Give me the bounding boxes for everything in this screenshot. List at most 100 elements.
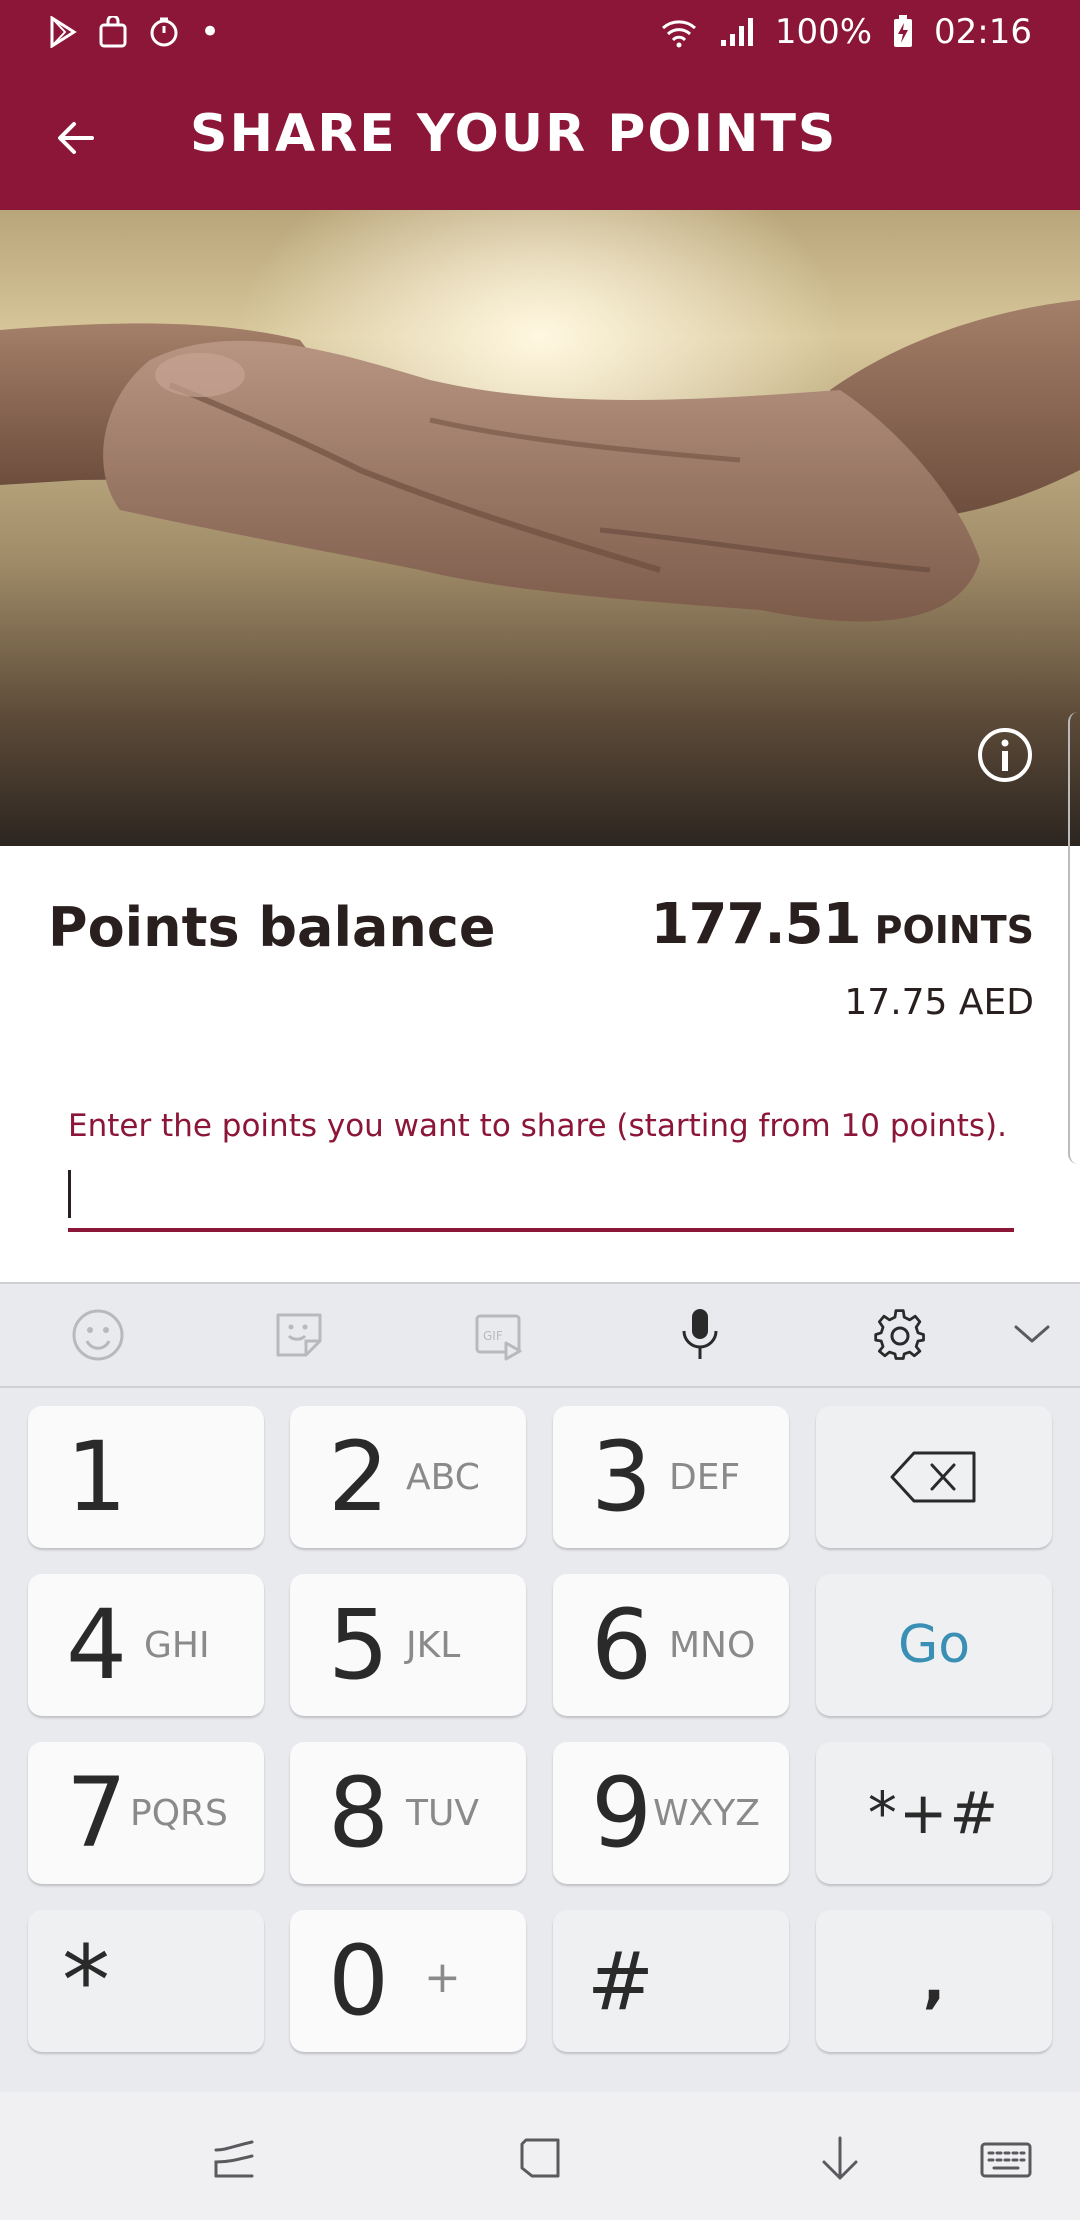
key-letters: WXYZ <box>653 1793 760 1834</box>
hash-key-content: # <box>553 1910 789 2052</box>
key-8[interactable]: 8 TUV <box>290 1742 526 1884</box>
back-nav-button[interactable] <box>812 2132 868 2188</box>
key-6[interactable]: 6 MNO <box>553 1574 789 1716</box>
key-7[interactable]: 7 PQRS <box>28 1742 264 1884</box>
recent-apps-button[interactable] <box>206 2132 262 2188</box>
battery-percent: 100% <box>774 12 873 52</box>
key-5[interactable]: 5 JKL <box>290 1574 526 1716</box>
arrow-down-icon <box>822 2136 858 2180</box>
comma-label: , <box>922 1946 946 2016</box>
page-title: SHARE YOUR POINTS <box>190 104 838 164</box>
signal-icon <box>720 18 753 46</box>
key-1[interactable]: 1 <box>28 1406 264 1548</box>
key-digit: 9 <box>591 1757 653 1869</box>
points-number: 177.51 <box>650 892 862 957</box>
sticker-icon <box>276 1313 322 1357</box>
wifi-icon <box>661 20 696 48</box>
backspace-icon <box>890 1451 976 1503</box>
emoji-icon <box>72 1309 124 1361</box>
star-key-content: * <box>28 1910 264 2052</box>
timer-icon <box>150 17 178 47</box>
key-digit: 1 <box>66 1421 128 1533</box>
key-letters: + <box>424 1952 461 2003</box>
key-0[interactable]: 0 + <box>290 1910 526 2052</box>
clock: 02:16 <box>934 12 1032 52</box>
status-bar-right: 100% 02:16 <box>659 12 1032 52</box>
key-digit: 0 <box>328 1925 390 2037</box>
symbols-key-content: *+# <box>816 1742 1052 1884</box>
key-3[interactable]: 3 DEF <box>553 1406 789 1548</box>
symbols-label: *+# <box>867 1779 1001 1847</box>
keyboard-settings-button[interactable] <box>872 1307 928 1363</box>
star-label: * <box>62 1925 110 2037</box>
arrow-left-icon <box>58 122 94 154</box>
recent-apps-icon <box>214 2140 254 2178</box>
key-digit: 8 <box>328 1757 390 1869</box>
key-letters: MNO <box>669 1625 756 1666</box>
key-digit: 4 <box>66 1589 128 1701</box>
key-digit: 2 <box>328 1421 390 1533</box>
points-balance-value: 177.51 POINTS <box>651 892 1035 957</box>
home-button[interactable] <box>512 2132 568 2188</box>
handshake-illustration <box>0 300 1080 622</box>
key-letters: GHI <box>144 1625 210 1666</box>
symbols-key[interactable]: *+# <box>816 1742 1052 1884</box>
key-letters: DEF <box>669 1457 741 1498</box>
chevron-down-icon <box>1014 1325 1050 1343</box>
home-icon <box>520 2138 560 2178</box>
sticker-button[interactable] <box>272 1307 328 1363</box>
keyboard-toolbar: GIF <box>0 1284 1080 1388</box>
play-store-icon <box>50 16 77 48</box>
key-9[interactable]: 9 WXYZ <box>553 1742 789 1884</box>
share-points-label: Enter the points you want to share (star… <box>68 1108 1007 1144</box>
go-key[interactable]: Go <box>816 1574 1052 1716</box>
key-letters: PQRS <box>130 1793 228 1834</box>
hide-keyboard-button[interactable] <box>1004 1307 1060 1363</box>
aed-equivalent: 17.75 AED <box>844 982 1034 1023</box>
star-key[interactable]: * <box>28 1910 264 2052</box>
microphone-icon <box>682 1309 718 1359</box>
backspace-key[interactable] <box>816 1406 1052 1548</box>
share-points-input[interactable] <box>68 1160 1014 1232</box>
gear-icon <box>874 1309 925 1360</box>
navigation-bar <box>0 2092 1080 2220</box>
keyboard-icon <box>980 2142 1032 2178</box>
shopping-bag-icon <box>99 16 127 48</box>
points-unit: POINTS <box>874 908 1034 952</box>
points-balance-label: Points balance <box>48 896 496 959</box>
notification-dot: • <box>200 12 221 52</box>
hero-image <box>0 210 1080 846</box>
comma-key[interactable]: , <box>816 1910 1052 2052</box>
scroll-indicator <box>1068 712 1080 1164</box>
keyboard-switch-button[interactable] <box>978 2132 1034 2188</box>
go-key-content: Go <box>816 1574 1052 1716</box>
key-letters: JKL <box>406 1625 461 1666</box>
gif-icon: GIF <box>475 1314 522 1361</box>
battery-charging-icon <box>894 15 913 47</box>
numeric-keyboard: GIF 1 2 ABC 3 DEF 4 GHI 5 JKL 6 MNO Go 7… <box>0 1282 1080 2094</box>
backspace-key-content <box>816 1406 1052 1548</box>
svg-text:GIF: GIF <box>483 1329 503 1343</box>
key-letters: TUV <box>406 1793 479 1834</box>
gif-button[interactable]: GIF <box>472 1307 528 1363</box>
key-2[interactable]: 2 ABC <box>290 1406 526 1548</box>
text-cursor <box>68 1170 71 1218</box>
status-bar: • 100% 02:16 <box>0 0 1080 64</box>
comma-key-content: , <box>816 1910 1052 2052</box>
hash-label: # <box>587 1934 655 2028</box>
key-letters: ABC <box>406 1457 480 1498</box>
go-label: Go <box>897 1615 971 1675</box>
emoji-button[interactable] <box>70 1307 126 1363</box>
info-icon <box>978 728 1032 782</box>
app-bar: SHARE YOUR POINTS <box>0 64 1080 210</box>
key-4[interactable]: 4 GHI <box>28 1574 264 1716</box>
voice-input-button[interactable] <box>672 1307 728 1363</box>
key-digit: 7 <box>66 1757 128 1869</box>
key-digit: 5 <box>328 1589 390 1701</box>
hash-key[interactable]: # <box>553 1910 789 2052</box>
back-button[interactable] <box>40 102 112 174</box>
key-digit: 3 <box>591 1421 653 1533</box>
status-bar-left: • <box>48 12 220 52</box>
info-button[interactable] <box>976 726 1034 784</box>
key-digit: 6 <box>591 1589 653 1701</box>
